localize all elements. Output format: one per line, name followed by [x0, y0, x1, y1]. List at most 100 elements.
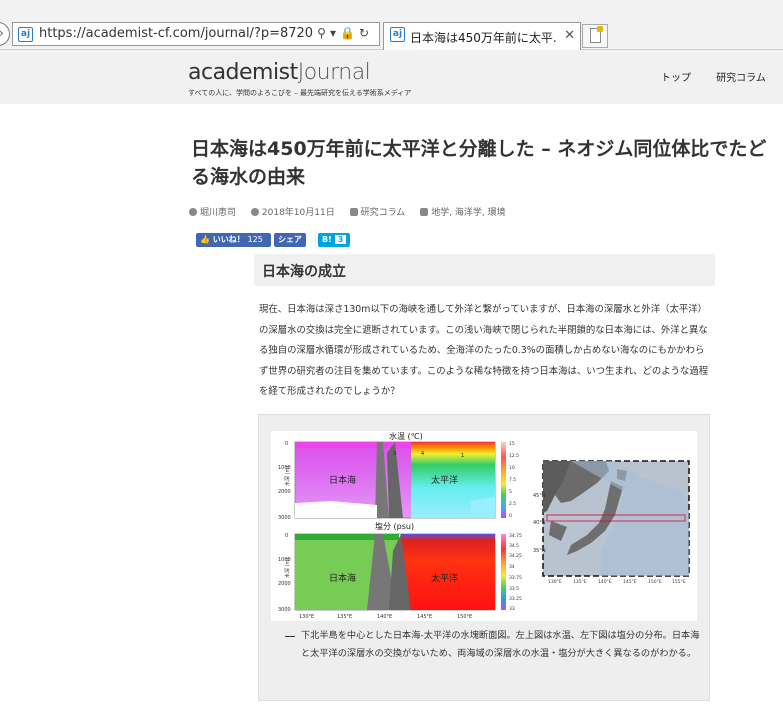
- top-cbar-tick-4: 5: [509, 489, 512, 495]
- map-lat-40: 40°N: [533, 520, 546, 526]
- map-lon-130: 130°E: [548, 579, 562, 585]
- lock-icon[interactable]: 🔒: [340, 26, 359, 40]
- logo-sub: Journal: [297, 60, 371, 85]
- top-cbar-tick-5: 2.5: [509, 501, 516, 507]
- new-tab-button[interactable]: [582, 24, 608, 48]
- browser-chrome: › aj https://academist-cf.com/journal/?p…: [0, 0, 783, 50]
- top-depth-3000: 3000: [278, 515, 291, 521]
- top-cbar-tick-2: 10: [509, 465, 515, 471]
- map-lon-155: 155°E: [672, 579, 686, 585]
- address-bar[interactable]: aj https://academist-cf.com/journal/?p=8…: [12, 22, 380, 46]
- site-logo[interactable]: academistJournal: [188, 60, 371, 85]
- bottom-depth-2000: 2000: [278, 581, 291, 587]
- category-link[interactable]: 研究コラム: [361, 208, 406, 218]
- bottom-cbar-tick-4: 33.75: [509, 575, 522, 581]
- bottom-cbar-tick-1: 34.5: [509, 543, 519, 549]
- site-tagline: すべての人に、学問のよろこびを – 最先端研究を伝える学術系メディア: [188, 89, 412, 97]
- map-lon-150: 150°E: [648, 579, 662, 585]
- facebook-share-button[interactable]: シェア: [274, 233, 306, 247]
- bottom-depth-1000: 1000: [278, 557, 291, 563]
- bottom-lon-140: 140°E: [377, 614, 392, 620]
- bottom-lon-145: 145°E: [417, 614, 432, 620]
- bottom-depth-0: 0: [285, 533, 288, 539]
- url-text[interactable]: https://academist-cf.com/journal/?p=8720: [39, 26, 313, 41]
- browser-tab-active[interactable]: aj 日本海は450万年前に太平... ✕: [383, 22, 581, 50]
- tab-title: 日本海は450万年前に太平...: [410, 31, 558, 45]
- tab-close-icon[interactable]: ✕: [564, 28, 575, 43]
- top-section-tick-2: 1: [461, 453, 464, 459]
- bottom-chart-title: 塩分 (psu): [375, 521, 414, 531]
- tab-favicon-icon: aj: [390, 27, 405, 42]
- publish-date: 2018年10月11日: [261, 208, 335, 218]
- back-arrow-icon: ›: [0, 26, 4, 40]
- bottom-colorbar: [501, 534, 506, 610]
- bottom-cbar-tick-5: 33.5: [509, 586, 519, 592]
- section-heading-box: 日本海の成立: [254, 254, 715, 286]
- bottom-cbar-tick-0: 34.75: [509, 533, 522, 539]
- bottom-lon-130: 130°E: [299, 614, 314, 620]
- dropdown-icon[interactable]: ▾: [330, 26, 340, 40]
- top-depth-2000: 2000: [278, 489, 291, 495]
- bottom-depth-3000: 3000: [278, 607, 291, 613]
- hatena-bookmark-button[interactable]: B! 3: [318, 233, 350, 247]
- hatena-count: 3: [334, 235, 347, 244]
- bottom-pacific-region: [401, 534, 495, 610]
- top-label-japan-sea: 日本海: [329, 474, 356, 486]
- top-section-tick-0: 3: [393, 451, 396, 457]
- new-tab-star-icon: [597, 26, 603, 32]
- thumbs-up-icon: 👍: [200, 235, 210, 244]
- top-cbar-tick-3: 7.5: [509, 477, 516, 483]
- site-header: academistJournal すべての人に、学問のよろこびを – 最先端研究…: [0, 50, 783, 104]
- figure-container: 水温 (℃) 日本海 太平洋 3 4 1 水深 (m) 0 1000 2000 …: [258, 414, 710, 701]
- article-paragraph: 現在、日本海は深さ130m以下の海峡を通して外洋と繋がっていますが、日本海の深層…: [259, 304, 709, 397]
- top-colorbar: [501, 442, 506, 518]
- top-section-tick-1: 4: [421, 451, 424, 457]
- map-lon-145: 145°E: [623, 579, 637, 585]
- like-label: いいね！: [212, 235, 245, 244]
- figure-caption: 下北半島を中心とした日本海-太平洋の水塊断面図。左上図は水温、左下図は塩分の分布…: [285, 627, 705, 663]
- folder-icon: [349, 208, 358, 216]
- top-cbar-tick-1: 12.5: [509, 453, 519, 459]
- top-cbar-tick-6: 0: [509, 513, 512, 519]
- address-bar-icons[interactable]: ⚲▾🔒↻: [317, 26, 373, 40]
- map-lat-35: 35°N: [533, 548, 546, 554]
- water-mass-figure[interactable]: 水温 (℃) 日本海 太平洋 3 4 1 水深 (m) 0 1000 2000 …: [271, 431, 697, 621]
- site-favicon-icon: aj: [18, 27, 33, 42]
- bottom-label-japan-sea: 日本海: [329, 572, 356, 584]
- bottom-cbar-tick-6: 33.25: [509, 596, 522, 602]
- map-lon-135: 135°E: [573, 579, 587, 585]
- caption-dash: [285, 636, 295, 637]
- author-name[interactable]: 堀川恵司: [200, 208, 236, 218]
- figure-svg: 水温 (℃) 日本海 太平洋 3 4 1 水深 (m) 0 1000 2000 …: [278, 431, 690, 620]
- tags-links[interactable]: 地学, 海洋学, 環境: [431, 208, 505, 218]
- facebook-like-button[interactable]: 👍 いいね！ 125: [196, 233, 271, 247]
- tag-icon: [420, 208, 429, 216]
- section-heading: 日本海の成立: [262, 264, 346, 280]
- bottom-cbar-tick-2: 34.25: [509, 553, 522, 559]
- top-depth-1000: 1000: [278, 465, 291, 471]
- article-meta: 堀川恵司 2018年10月11日 研究コラム 地学, 海洋学, 環境: [189, 205, 518, 218]
- top-chart-title: 水温 (℃): [389, 431, 423, 441]
- clock-icon: [250, 208, 259, 216]
- bottom-label-pacific: 太平洋: [431, 572, 458, 584]
- bottom-cbar-tick-3: 34: [509, 564, 515, 570]
- top-japan-surface: [295, 442, 415, 448]
- top-cbar-tick-0: 15: [509, 441, 515, 447]
- map-lat-45: 45°N: [533, 493, 546, 499]
- article-title: 日本海は450万年前に太平洋と分離した – ネオジム同位体比でたどる海水の由来: [191, 138, 767, 188]
- caption-text: 下北半島を中心とした日本海-太平洋の水塊断面図。左上図は水温、左下図は塩分の分布…: [301, 630, 700, 659]
- logo-main: academist: [188, 60, 298, 85]
- main-nav: トップ 研究コラム イ: [661, 69, 783, 84]
- nav-item-columns[interactable]: 研究コラム: [716, 73, 766, 84]
- refresh-icon[interactable]: ↻: [359, 26, 373, 40]
- back-button[interactable]: ›: [0, 22, 10, 46]
- search-icon[interactable]: ⚲: [317, 26, 330, 40]
- hatena-label: B!: [322, 235, 332, 244]
- nav-item-top[interactable]: トップ: [661, 73, 691, 84]
- bottom-lon-135: 135°E: [337, 614, 352, 620]
- top-label-pacific: 太平洋: [431, 474, 458, 486]
- bottom-lon-150: 150°E: [457, 614, 472, 620]
- like-count: 125: [247, 235, 263, 244]
- author-icon: [189, 208, 197, 216]
- map-lon-140: 140°E: [598, 579, 612, 585]
